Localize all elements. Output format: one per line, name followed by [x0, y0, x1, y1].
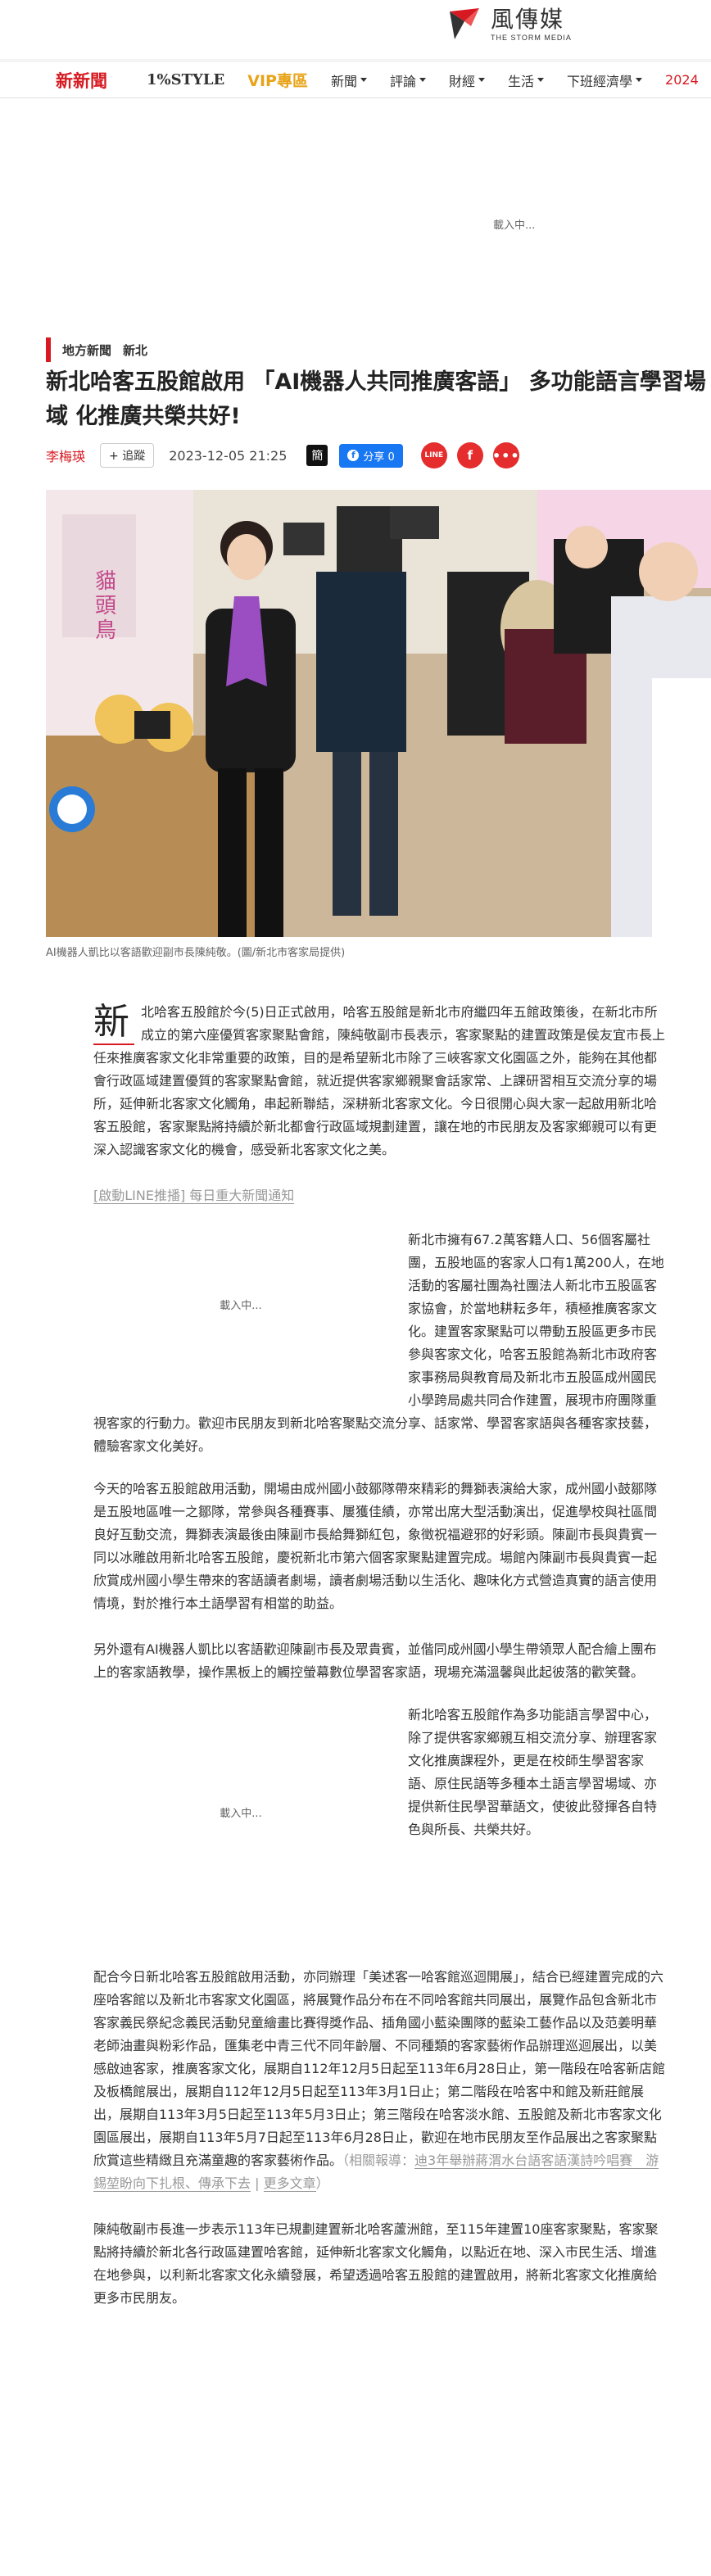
logo-title: 風傳媒 [491, 5, 565, 33]
paragraph-6-text: 配合今日新北哈客五股館啟用活動，亦同辦理「美述客一哈客館巡迴開展」，結合已經建置… [93, 1969, 666, 2168]
category-marker [46, 337, 51, 362]
nav-label: 新聞 [330, 73, 357, 89]
paragraph-5: 載入中... 新北哈客五股館作為多功能語言學習中心，除了提供客家鄉親互相交流分享、… [93, 1704, 667, 1946]
storm-logo-icon [446, 7, 482, 43]
top-ad-slot: 載入中... [0, 98, 711, 351]
paragraph-3: 今天的哈客五股館啟用活動，開場由成州國小鼓鄒隊帶來精彩的舞獅表演給大家，成州國小… [93, 1481, 658, 1611]
related-suffix: ） [315, 2175, 329, 2191]
paragraph-1-text: 北哈客五股館於今(5)日正式啟用，哈客五股館是新北市府繼四年五館政策後，在新北市… [93, 1004, 666, 1157]
chevron-down-icon [360, 78, 367, 82]
more-dots-icon: ••• [491, 447, 520, 464]
chevron-down-icon [636, 78, 643, 82]
facebook-share-button[interactable]: f 分享 0 [339, 443, 403, 468]
photo-caption: AI機器人凱比以客語歡迎副市長陳純敬。(圖/新北市客家局提供) [46, 947, 346, 959]
publish-date: 2023-12-05 21:25 [169, 447, 288, 464]
ad-loading-text: 載入中... [220, 1300, 262, 1312]
facebook-icon: f [467, 448, 473, 463]
svg-text:頭: 頭 [95, 594, 116, 618]
separator: | [251, 2175, 264, 2191]
article-photo: 貓 頭 鳥 [46, 490, 711, 937]
facebook-share-label: 分享 0 [363, 450, 395, 464]
article: 地方新聞 新北 新北哈客五股館啟用 「AI機器人共同推廣客語」 多功能語言學習場… [0, 319, 711, 2576]
paragraph-5-text: 新北哈客五股館作為多功能語言學習中心，除了提供客家鄉親互相交流分享、辦理客家文化… [408, 1707, 658, 1837]
facebook-circle-button[interactable]: f [456, 442, 483, 469]
breadcrumb: 地方新聞 新北 [46, 337, 159, 362]
ad-loading-text: 載入中... [220, 1808, 262, 1820]
category-new-taipei[interactable]: 新北 [123, 342, 147, 359]
category-local-news[interactable]: 地方新聞 [62, 342, 111, 359]
chevron-down-icon [478, 78, 485, 82]
chevron-down-icon [419, 78, 426, 82]
related-prefix: （相關報導： [342, 2153, 415, 2168]
more-articles-link[interactable]: 更多文章 [263, 2175, 316, 2192]
line-push-link[interactable]: [啟動LINE推播] 每日重大新聞通知 [93, 1184, 667, 1207]
svg-text:鳥: 鳥 [95, 618, 116, 643]
article-meta: 李梅瑛 + 追蹤 2023-12-05 21:25 簡 f 分享 0 LINE … [46, 442, 529, 469]
simplified-chinese-button[interactable]: 簡 [306, 445, 328, 466]
logo-subtitle: THE STORM MEDIA [491, 33, 572, 42]
nav-vip[interactable]: VIP專區 [247, 69, 308, 91]
paragraph-4: 另外還有AI機器人凱比以客語歡迎陳副市長及眾貴賓，並偕同成州國小學生帶領眾人配合… [93, 1641, 657, 1680]
dropcap: 新 [93, 1004, 134, 1045]
site-logo[interactable]: 風傳媒 THE STORM MEDIA [446, 7, 572, 43]
paragraph-7: 陳純敬副市長進一步表示113年已規劃建置新北哈客蘆洲館，至115年建置10座客家… [93, 2221, 659, 2306]
chevron-down-icon [537, 78, 545, 82]
nav-label: 下班經濟學 [567, 73, 633, 89]
nav-label: 評論 [389, 73, 416, 89]
nav-brand-xinxinwen[interactable]: 新新聞 [56, 68, 107, 93]
more-articles-label: 更多文章 [263, 2175, 316, 2192]
more-share-button[interactable]: ••• [491, 442, 520, 469]
article-title: 新北哈客五股館啟用 「AI機器人共同推廣客語」 多功能語言學習場域 化推廣共榮共… [46, 369, 706, 429]
nav-label: 財經 [448, 73, 475, 89]
facebook-icon: f [347, 450, 360, 461]
line-push-label: [啟動LINE推播] 每日重大新聞通知 [93, 1188, 295, 1204]
nav-label: 生活 [508, 73, 535, 89]
nav-item-life[interactable]: 生活 [508, 70, 545, 90]
inline-ad-slot: 載入中... [93, 1704, 388, 1925]
nav-style[interactable]: 1%STYLE [147, 71, 224, 88]
ad-loading-text: 載入中... [493, 220, 536, 232]
nav-item-2024[interactable]: 2024 [665, 72, 699, 88]
nav-item-opinion[interactable]: 評論 [390, 70, 426, 90]
paragraph-1: 新北哈客五股館於今(5)日正式啟用，哈客五股館是新北市府繼四年五館政策後，在新北… [93, 1001, 667, 1161]
author-name[interactable]: 李梅瑛 [46, 446, 85, 465]
inline-ad-slot: 載入中... [93, 1229, 388, 1384]
svg-text:貓: 貓 [95, 569, 116, 594]
paragraph-6: 配合今日新北哈客五股館啟用活動，亦同辦理「美述客一哈客館巡迴開展」，結合已經建置… [93, 1966, 667, 2195]
site-header: 風傳媒 THE STORM MEDIA [0, 0, 711, 59]
line-share-button[interactable]: LINE [420, 442, 447, 469]
nav-item-news[interactable]: 新聞 [331, 70, 367, 90]
nav-item-finance[interactable]: 財經 [449, 70, 485, 90]
article-body: 新北哈客五股館於今(5)日正式啟用，哈客五股館是新北市府繼四年五館政策後，在新北… [93, 1001, 667, 2310]
main-nav: 新新聞 1%STYLE VIP專區 新聞 評論 財經 生活 下班經濟學 2024 [0, 62, 711, 98]
follow-button[interactable]: + 追蹤 [100, 443, 155, 468]
nav-item-economics[interactable]: 下班經濟學 [567, 70, 643, 90]
paragraph-2: 載入中... 新北市擁有67.2萬客籍人口、56個客屬社團，五股地區的客家人口有1… [93, 1229, 667, 1458]
line-icon: LINE [424, 451, 444, 460]
event-photo-illustration: 貓 頭 鳥 [46, 490, 711, 937]
